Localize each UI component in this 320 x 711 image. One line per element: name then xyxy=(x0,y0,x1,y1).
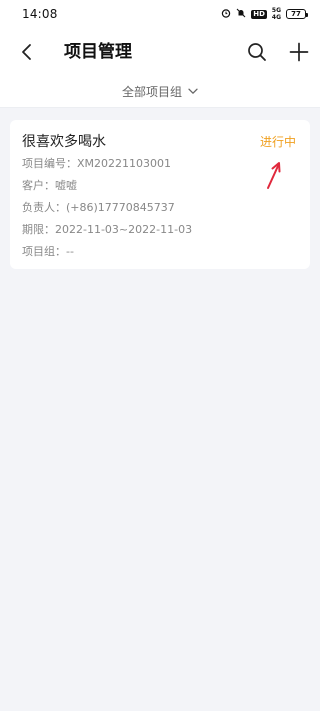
project-card[interactable]: 很喜欢多喝水 进行中 项目编号：XM20221103001 客户：嘘嘘 负责人：… xyxy=(10,120,310,269)
project-number-row: 项目编号：XM20221103001 xyxy=(22,156,171,172)
status-badge: 进行中 xyxy=(259,135,296,149)
page-title: 项目管理 xyxy=(64,42,132,62)
plus-icon xyxy=(289,42,309,62)
status-bar: 14:08 HD 5G 4G 77 xyxy=(0,0,320,28)
project-group-row: 项目组：-- xyxy=(22,244,74,260)
filter-bar: 全部项目组 xyxy=(0,76,320,108)
project-number-label: 项目编号： xyxy=(22,157,77,170)
project-group-label: 全部项目组 xyxy=(121,85,182,99)
deadline-label: 期限： xyxy=(22,223,55,236)
alarm-icon xyxy=(221,8,231,21)
deadline-value: 2022-11-03~2022-11-03 xyxy=(55,223,193,236)
back-button[interactable] xyxy=(14,38,38,66)
project-group-row-label: 项目组： xyxy=(22,245,66,258)
owner-row: 负责人：(+86)17770845737 xyxy=(22,200,175,216)
nav-bar: 项目管理 xyxy=(0,28,320,76)
project-group-dropdown[interactable]: 全部项目组 xyxy=(122,83,198,100)
owner-label: 负责人： xyxy=(22,201,66,214)
project-title: 很喜欢多喝水 xyxy=(22,134,106,150)
signal-bottom-label: 4G xyxy=(271,14,281,21)
owner-value: (+86)17770845737 xyxy=(66,201,175,214)
annotation-arrow-icon xyxy=(267,162,281,189)
battery-icon: 77 xyxy=(286,9,308,19)
hd-badge: HD xyxy=(251,9,267,19)
add-project-button[interactable] xyxy=(286,38,312,66)
search-button[interactable] xyxy=(244,38,270,66)
search-icon xyxy=(248,43,266,61)
chevron-left-icon xyxy=(22,44,31,60)
status-icons: HD 5G 4G 77 xyxy=(221,7,308,21)
project-number-value: XM20221103001 xyxy=(77,157,172,170)
signal-top-label: 5G xyxy=(271,7,281,14)
mute-bell-icon xyxy=(236,8,246,21)
signal-icon: 5G 4G xyxy=(272,7,281,21)
project-group-row-value: -- xyxy=(66,245,74,258)
client-label: 客户： xyxy=(22,179,55,192)
status-time: 14:08 xyxy=(22,7,58,21)
deadline-row: 期限：2022-11-03~2022-11-03 xyxy=(22,222,192,238)
battery-level: 77 xyxy=(291,9,301,18)
chevron-down-icon xyxy=(188,88,198,94)
client-value: 嘘嘘 xyxy=(55,179,77,192)
client-row: 客户：嘘嘘 xyxy=(22,178,77,194)
